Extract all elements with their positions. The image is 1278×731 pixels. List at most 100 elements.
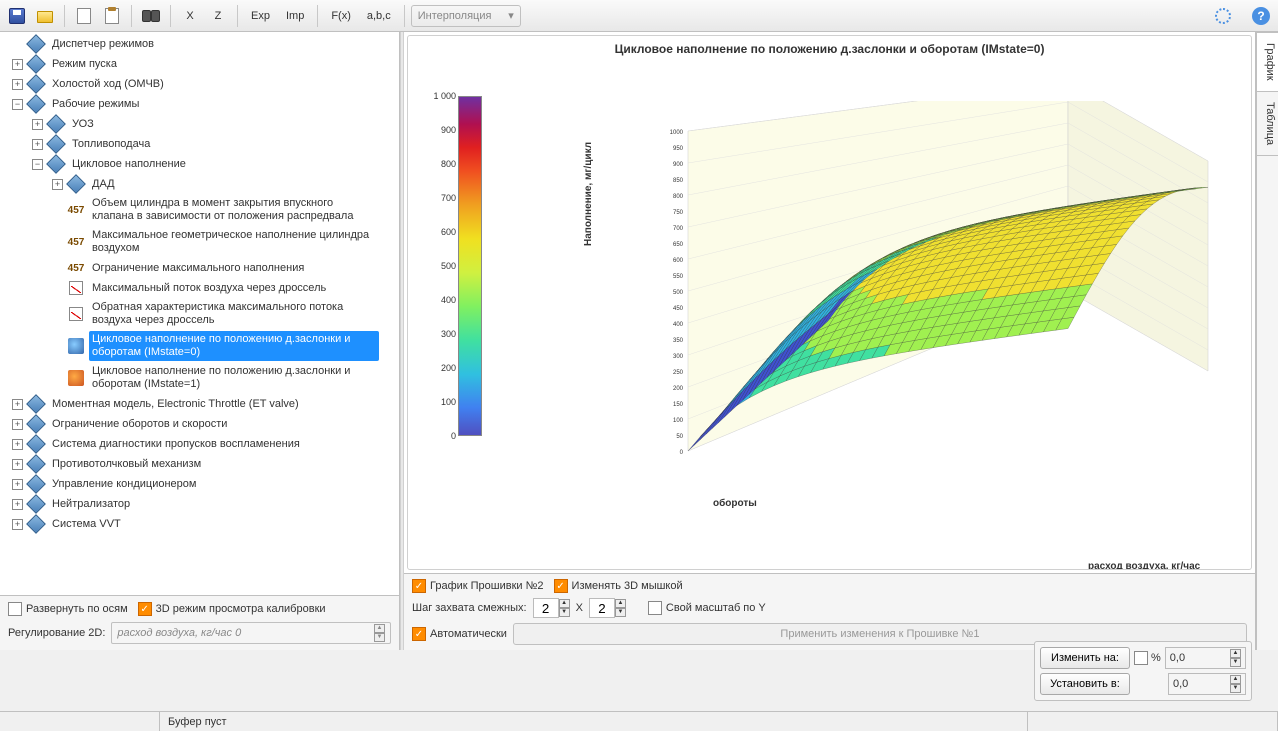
expander-icon[interactable]: + [32, 119, 43, 130]
tree-item[interactable]: Цикловое наполнение по положению д.засло… [6, 330, 399, 362]
step-a-input[interactable] [533, 598, 559, 618]
number-icon: 457 [67, 233, 85, 251]
diamond-icon [27, 35, 45, 53]
export-button[interactable]: Exp [244, 4, 277, 28]
expander-spacer [12, 39, 23, 50]
change-value-input[interactable]: 0,0▲▼ [1165, 647, 1246, 669]
svg-text:100: 100 [673, 418, 684, 424]
svg-text:250: 250 [673, 370, 684, 376]
tree-item[interactable]: 457Объем цилиндра в момент закрытия впус… [6, 194, 399, 226]
paste-button[interactable] [99, 4, 125, 28]
own-scale-checkbox[interactable]: Свой масштаб по Y [648, 601, 766, 615]
svg-text:450: 450 [673, 306, 684, 312]
svg-text:550: 550 [673, 274, 684, 280]
tree-item-label: Система диагностики пропусков воспламене… [49, 436, 397, 453]
binoculars-icon [142, 10, 160, 22]
tree-item[interactable]: +Управление кондиционером [6, 474, 399, 494]
colorbar [458, 96, 482, 436]
svg-text:850: 850 [673, 178, 684, 184]
save-button[interactable] [4, 4, 30, 28]
tree-item[interactable]: −Рабочие режимы [6, 94, 399, 114]
svg-text:600: 600 [673, 258, 684, 264]
diamond-icon [27, 455, 45, 473]
tree-item[interactable]: 457Максимальное геометрическое наполнени… [6, 226, 399, 258]
expander-spacer [52, 309, 63, 320]
tree-item[interactable]: + Система диагностики пропусков воспламен… [6, 434, 399, 454]
buffer-status: Буфер пуст [160, 712, 1028, 731]
diamond-icon [47, 115, 65, 133]
expander-icon[interactable]: − [12, 99, 23, 110]
import-button[interactable]: Imp [279, 4, 311, 28]
copy-button[interactable] [71, 4, 97, 28]
graph-fw2-checkbox[interactable]: График Прошивки №2 [412, 579, 544, 593]
open-button[interactable] [32, 4, 58, 28]
tree-item[interactable]: + Холостой ход (ОМЧВ) [6, 74, 399, 94]
expander-icon[interactable]: − [32, 159, 43, 170]
tree-item[interactable]: +Ограничение оборотов и скорости [6, 414, 399, 434]
expander-icon[interactable]: + [52, 179, 63, 190]
diamond-icon [67, 175, 85, 193]
set-to-button[interactable]: Установить в: [1040, 673, 1130, 695]
tree-item[interactable]: Цикловое наполнение по положению д.засло… [6, 362, 399, 394]
interpolation-select[interactable]: Интерполяция▾ [411, 5, 521, 27]
tree-item[interactable]: +Нейтрализатор [6, 494, 399, 514]
x-axis-label: расход воздуха, кг/час [1088, 561, 1200, 570]
mouse-3d-checkbox[interactable]: Изменять 3D мышкой [554, 579, 683, 593]
step-b-input[interactable] [589, 598, 615, 618]
percent-checkbox[interactable]: % [1134, 651, 1161, 665]
toolbar-z-button[interactable]: Z [205, 4, 231, 28]
expander-icon[interactable]: + [12, 79, 23, 90]
paste-icon [105, 8, 119, 24]
tree-item[interactable]: +Режим пуска [6, 54, 399, 74]
tree-item[interactable]: Максимальный поток воздуха через дроссел… [6, 278, 399, 298]
change-to-button[interactable]: Изменить на: [1040, 647, 1130, 669]
tab-chart[interactable]: График [1257, 32, 1278, 92]
expander-icon[interactable]: + [12, 519, 23, 530]
folder-icon [37, 11, 53, 23]
diamond-icon [27, 495, 45, 513]
calibration-tree[interactable]: Диспетчер режимов+Режим пуска+Холостой х… [0, 32, 399, 595]
abc-button[interactable]: a,b,c [360, 4, 398, 28]
tree-item[interactable]: Обратная характеристика максимального по… [6, 298, 399, 330]
fx-button[interactable]: F(x) [324, 4, 358, 28]
tree-item[interactable]: Диспетчер режимов [6, 34, 399, 54]
tree-item-label: Противотолчковый механизм [49, 456, 397, 473]
tree-item[interactable]: + Моментная модель, Electronic Throttle (… [6, 394, 399, 414]
expander-icon[interactable]: + [12, 59, 23, 70]
expander-icon[interactable]: + [12, 419, 23, 430]
tree-item[interactable]: 457Ограничение максимального наполнения [6, 258, 399, 278]
auto-checkbox[interactable]: Автоматически [412, 627, 507, 641]
view-3d-checkbox[interactable]: 3D режим просмотра калибровки [138, 602, 326, 616]
expand-axes-checkbox[interactable]: Развернуть по осям [8, 602, 128, 616]
expander-spacer [52, 237, 63, 248]
spin-down-icon: ▼ [374, 633, 385, 642]
chart-area[interactable]: Цикловое наполнение по положению д.засло… [407, 35, 1252, 570]
find-button[interactable] [138, 4, 164, 28]
tree-item[interactable]: −Цикловое наполнение [6, 154, 399, 174]
expander-icon[interactable]: + [32, 139, 43, 150]
tree-item[interactable]: +Система VVT [6, 514, 399, 534]
tree-item[interactable]: +Топливоподача [6, 134, 399, 154]
set-value-input[interactable]: 0,0▲▼ [1168, 673, 1246, 695]
surface-icon [67, 369, 85, 387]
help-button[interactable]: ? [1248, 4, 1274, 28]
toolbar-x-button[interactable]: X [177, 4, 203, 28]
expander-icon[interactable]: + [12, 499, 23, 510]
diamond-icon [27, 75, 45, 93]
tree-item-label: Моментная модель, Electronic Throttle (E… [49, 396, 397, 413]
tree-item[interactable]: +УОЗ [6, 114, 399, 134]
tab-table[interactable]: Таблица [1257, 92, 1278, 156]
svg-text:150: 150 [673, 402, 684, 408]
tree-item-label: Холостой ход (ОМЧВ) [49, 76, 397, 93]
expander-icon[interactable]: + [12, 439, 23, 450]
svg-text:0: 0 [680, 450, 684, 456]
settings-button[interactable] [1210, 4, 1236, 28]
expander-icon[interactable]: + [12, 479, 23, 490]
expander-icon[interactable]: + [12, 459, 23, 470]
svg-text:700: 700 [673, 226, 684, 232]
expander-icon[interactable]: + [12, 399, 23, 410]
statusbar: Буфер пуст [0, 711, 1278, 731]
tree-item[interactable]: + Противотолчковый механизм [6, 454, 399, 474]
tree-item[interactable]: +ДАД [6, 174, 399, 194]
reg-2d-input[interactable]: расход воздуха, кг/час 0 ▲▼ [111, 622, 391, 644]
